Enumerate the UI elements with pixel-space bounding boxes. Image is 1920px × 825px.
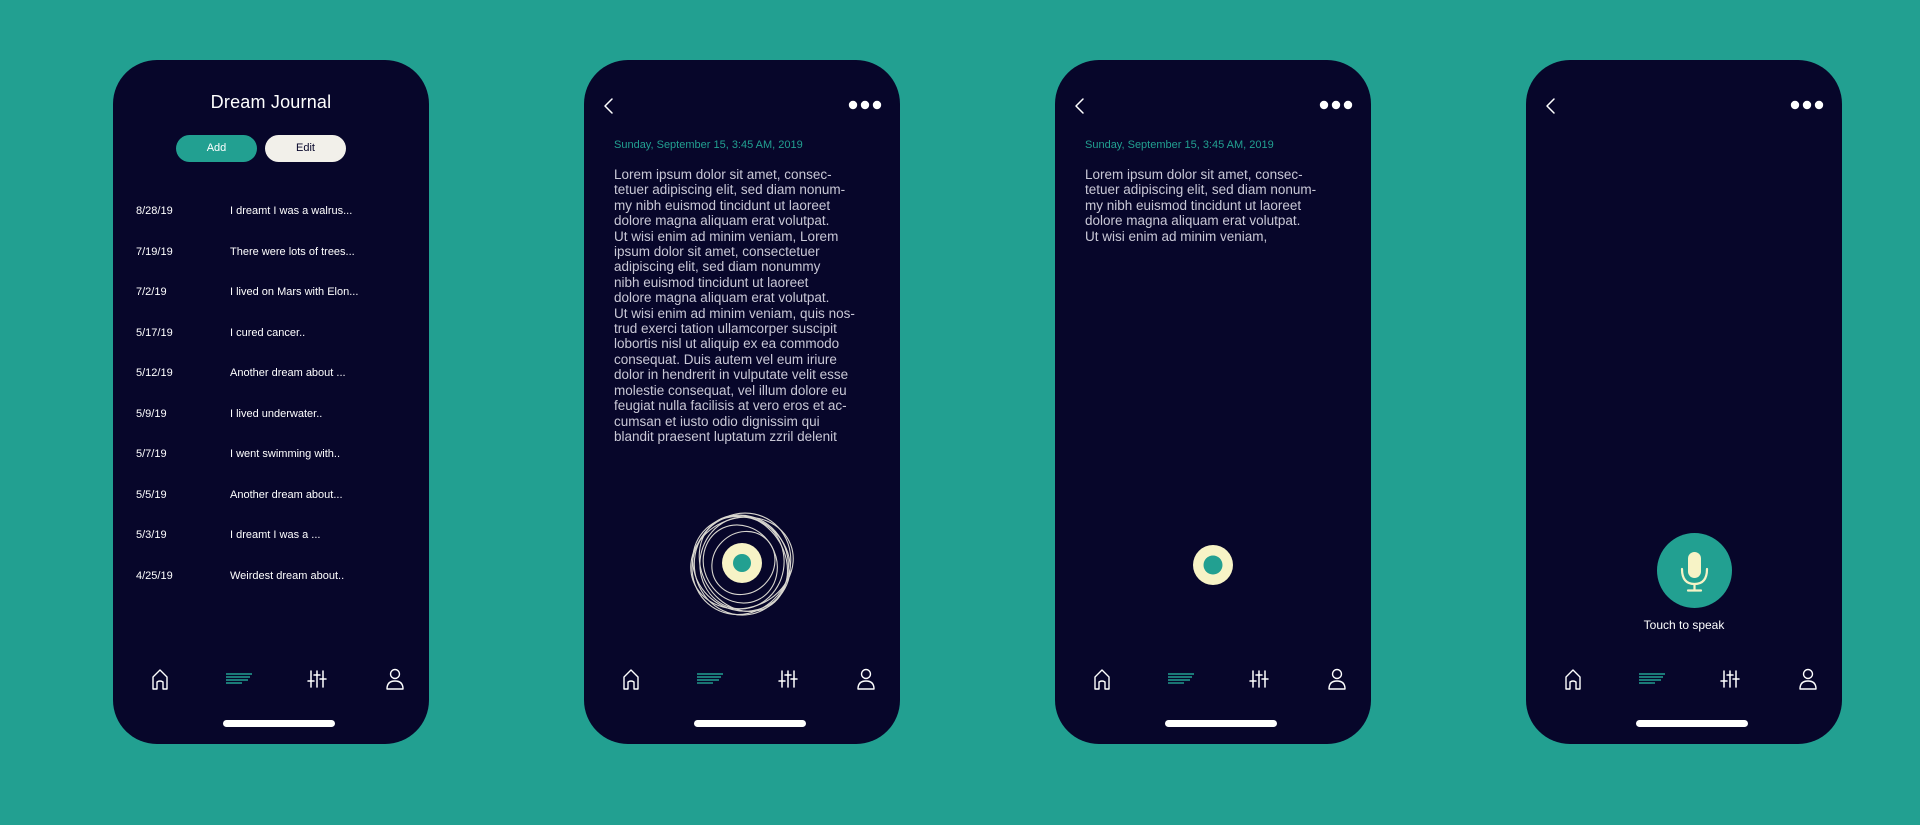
nav-profile[interactable] <box>851 664 881 694</box>
entry-date: 5/7/19 <box>136 448 167 460</box>
phone-screen-entry-recording: Sunday, September 15, 3:45 AM, 2019 Lore… <box>1055 60 1371 744</box>
entry-body-text[interactable]: Lorem ipsum dolor sit amet, consec- tetu… <box>1085 167 1347 244</box>
microphone-icon <box>1680 552 1709 592</box>
nav-journal-lines[interactable] <box>1637 664 1667 694</box>
entry-preview: I dreamt I was a ... <box>230 529 321 541</box>
entry-timestamp: Sunday, September 15, 3:45 AM, 2019 <box>614 139 803 151</box>
entry-preview: I lived underwater.. <box>230 407 323 420</box>
journal-lines-icon <box>697 673 723 684</box>
list-item[interactable]: 5/3/19 I dreamt I was a ... <box>113 529 429 549</box>
entry-preview: I cured cancer.. <box>230 326 306 339</box>
nav-journal-lines[interactable] <box>224 664 254 694</box>
entry-date: 5/9/19 <box>136 407 167 420</box>
list-item[interactable]: 8/28/19 I dreamt I was a walrus... <box>113 205 429 225</box>
entry-date: 4/25/19 <box>136 569 173 582</box>
home-icon <box>1565 669 1581 690</box>
nav-home[interactable] <box>1558 664 1588 694</box>
back-icon[interactable] <box>602 95 616 117</box>
bottom-nav <box>584 664 900 694</box>
nav-profile[interactable] <box>1322 664 1352 694</box>
list-item[interactable]: 7/2/19 I lived on Mars with Elon... <box>113 286 429 306</box>
nav-profile[interactable] <box>1793 664 1823 694</box>
profile-icon <box>1799 668 1817 690</box>
entry-preview: Weirdest dream about.. <box>230 569 345 582</box>
phone-screen-touch-to-speak: Touch to speak <box>1526 60 1842 744</box>
entry-preview: I lived on Mars with Elon... <box>230 286 359 298</box>
more-options-icon[interactable] <box>1790 98 1824 112</box>
home-icon <box>152 669 168 690</box>
profile-icon <box>857 668 875 690</box>
entry-preview: Another dream about ... <box>230 367 346 379</box>
entry-timestamp: Sunday, September 15, 3:45 AM, 2019 <box>1085 139 1274 151</box>
journal-lines-icon <box>226 673 252 684</box>
list-item[interactable]: 4/25/19 Weirdest dream about.. <box>113 570 429 590</box>
phone-screen-entry-detail: Sunday, September 15, 3:45 AM, 2019 Lore… <box>584 60 900 744</box>
entry-date: 5/12/19 <box>136 367 173 379</box>
list-item[interactable]: 5/17/19 I cured cancer.. <box>113 327 429 347</box>
page-title: Dream Journal <box>210 92 332 112</box>
nav-home[interactable] <box>616 664 646 694</box>
entry-date: 7/19/19 <box>136 245 173 258</box>
bottom-nav <box>113 664 429 694</box>
nav-journal-lines[interactable] <box>695 664 725 694</box>
entry-date: 8/28/19 <box>136 205 173 217</box>
voice-waveform-visualizer[interactable] <box>682 503 802 623</box>
nav-home[interactable] <box>1087 664 1117 694</box>
microphone-button[interactable] <box>1657 533 1732 608</box>
profile-icon <box>1328 668 1346 690</box>
list-item[interactable]: 5/5/19 Another dream about... <box>113 489 429 509</box>
sliders-icon <box>1720 670 1740 688</box>
home-icon <box>1094 669 1110 690</box>
bottom-nav <box>1055 664 1371 694</box>
home-icon <box>623 669 639 690</box>
phone-screen-journal-list: Dream Journal Add Edit 8/28/19 I dreamt I… <box>113 60 429 744</box>
list-item[interactable]: 5/7/19 I went swimming with.. <box>113 448 429 468</box>
profile-icon <box>386 668 404 690</box>
home-indicator[interactable] <box>694 720 806 727</box>
more-options-icon[interactable] <box>848 98 882 112</box>
entry-date: 5/17/19 <box>136 326 173 339</box>
add-button[interactable]: Add <box>176 135 257 162</box>
list-item[interactable]: 7/19/19 There were lots of trees... <box>113 246 429 266</box>
journal-lines-icon <box>1168 673 1194 684</box>
nav-journal-lines[interactable] <box>1166 664 1196 694</box>
sliders-icon <box>307 670 327 688</box>
home-indicator[interactable] <box>223 720 335 727</box>
sliders-icon <box>778 670 798 688</box>
nav-sliders[interactable] <box>302 664 332 694</box>
bottom-nav <box>1526 664 1842 694</box>
record-indicator-icon[interactable] <box>1191 543 1235 587</box>
nav-sliders[interactable] <box>773 664 803 694</box>
entry-date: 5/3/19 <box>136 529 167 541</box>
edit-button[interactable]: Edit <box>265 135 346 162</box>
back-icon[interactable] <box>1073 95 1087 117</box>
list-item[interactable]: 5/12/19 Another dream about ... <box>113 367 429 387</box>
journal-lines-icon <box>1639 673 1665 684</box>
nav-sliders[interactable] <box>1715 664 1745 694</box>
entry-body-text[interactable]: Lorem ipsum dolor sit amet, consec- tetu… <box>614 167 876 444</box>
sliders-icon <box>1249 670 1269 688</box>
entry-preview: I went swimming with.. <box>230 448 341 460</box>
entry-preview: There were lots of trees... <box>230 245 355 258</box>
back-icon[interactable] <box>1544 95 1558 117</box>
nav-profile[interactable] <box>380 664 410 694</box>
entry-preview: Another dream about... <box>230 488 343 501</box>
list-item[interactable]: 5/9/19 I lived underwater.. <box>113 408 429 428</box>
entry-preview: I dreamt I was a walrus... <box>230 205 353 217</box>
home-indicator[interactable] <box>1165 720 1277 727</box>
nav-home[interactable] <box>145 664 175 694</box>
nav-sliders[interactable] <box>1244 664 1274 694</box>
home-indicator[interactable] <box>1636 720 1748 727</box>
entry-date: 5/5/19 <box>136 488 167 501</box>
touch-to-speak-label: Touch to speak <box>1643 618 1725 632</box>
more-options-icon[interactable] <box>1319 98 1353 112</box>
entry-date: 7/2/19 <box>136 286 167 298</box>
